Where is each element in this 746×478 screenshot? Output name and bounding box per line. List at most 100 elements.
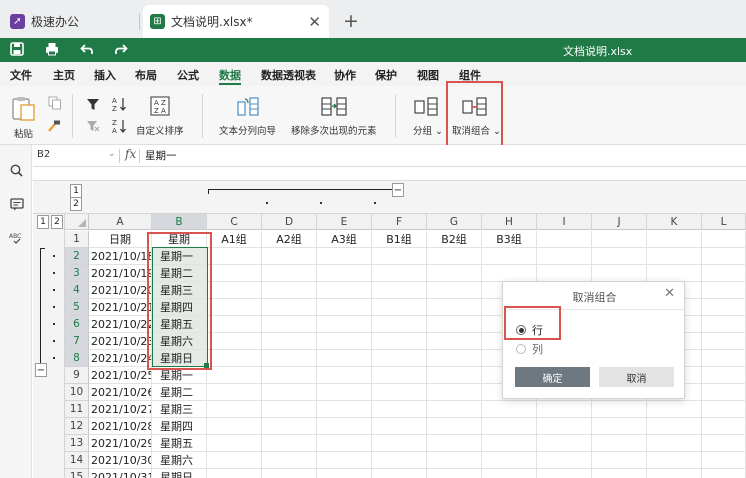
custom-sort-icon[interactable]: A Z Z A <box>150 96 170 116</box>
cancel-button[interactable]: 取消 <box>599 367 674 387</box>
table-cell[interactable] <box>537 401 592 418</box>
table-cell[interactable] <box>427 316 482 333</box>
radio-column-option[interactable]: 列 <box>516 341 543 357</box>
table-cell[interactable] <box>207 282 262 299</box>
table-cell[interactable] <box>592 418 647 435</box>
table-cell[interactable]: 星期五 <box>152 435 207 452</box>
table-cell[interactable] <box>372 350 427 367</box>
table-cell[interactable] <box>702 435 746 452</box>
table-cell[interactable] <box>207 401 262 418</box>
table-cell[interactable] <box>262 367 317 384</box>
header-cell[interactable]: A1组 <box>207 231 262 248</box>
table-cell[interactable] <box>427 418 482 435</box>
table-cell[interactable] <box>207 350 262 367</box>
table-cell[interactable] <box>537 452 592 469</box>
table-cell[interactable] <box>427 248 482 265</box>
table-cell[interactable]: 2021/10/25 <box>89 367 152 384</box>
table-cell[interactable] <box>207 299 262 316</box>
paste-icon[interactable] <box>11 96 37 122</box>
table-cell[interactable] <box>262 435 317 452</box>
table-cell[interactable] <box>592 248 647 265</box>
menu-collaborate[interactable]: 协作 <box>334 67 356 83</box>
table-cell[interactable]: 星期三 <box>152 401 207 418</box>
table-cell[interactable] <box>427 469 482 478</box>
table-cell[interactable] <box>702 299 746 316</box>
table-cell[interactable] <box>207 469 262 478</box>
table-cell[interactable] <box>262 248 317 265</box>
add-tab-icon[interactable]: + <box>343 10 359 32</box>
table-cell[interactable] <box>372 435 427 452</box>
row-level-2-button[interactable]: 2 <box>51 215 63 229</box>
table-cell[interactable] <box>427 401 482 418</box>
table-cell[interactable] <box>207 384 262 401</box>
custom-sort-label[interactable]: 自定义排序 <box>136 123 184 137</box>
table-cell[interactable] <box>427 333 482 350</box>
row-header[interactable]: 3 <box>65 265 89 282</box>
table-cell[interactable] <box>207 248 262 265</box>
formula-input[interactable]: 星期一 <box>145 148 177 163</box>
table-cell[interactable] <box>647 418 702 435</box>
menu-file[interactable]: 文件 <box>10 67 32 83</box>
table-cell[interactable]: 星期二 <box>152 384 207 401</box>
row-header[interactable]: 2 <box>65 248 89 265</box>
table-cell[interactable]: 2021/10/27 <box>89 401 152 418</box>
print-icon[interactable] <box>45 42 59 56</box>
menu-insert[interactable]: 插入 <box>94 67 116 83</box>
table-cell[interactable] <box>482 248 537 265</box>
table-cell[interactable] <box>317 418 372 435</box>
column-header[interactable]: D <box>262 214 317 230</box>
table-cell[interactable] <box>427 299 482 316</box>
table-cell[interactable] <box>317 435 372 452</box>
table-cell[interactable] <box>482 401 537 418</box>
table-cell[interactable] <box>262 333 317 350</box>
column-header[interactable]: H <box>482 214 537 230</box>
column-header[interactable]: L <box>702 214 746 230</box>
menu-home[interactable]: 主页 <box>53 67 75 83</box>
table-cell[interactable] <box>702 333 746 350</box>
tab-document[interactable]: ⊞ 文档说明.xlsx* ✕ <box>143 5 329 38</box>
table-cell[interactable]: 2021/10/31 <box>89 469 152 478</box>
row-header[interactable]: 6 <box>65 316 89 333</box>
table-cell[interactable] <box>537 435 592 452</box>
row-header[interactable]: 7 <box>65 333 89 350</box>
menu-data[interactable]: 数据 <box>219 67 241 83</box>
table-cell[interactable] <box>702 384 746 401</box>
table-cell[interactable] <box>592 265 647 282</box>
header-cell[interactable]: A2组 <box>262 231 317 248</box>
table-cell[interactable] <box>372 401 427 418</box>
table-cell[interactable] <box>207 367 262 384</box>
table-cell[interactable] <box>372 452 427 469</box>
table-cell[interactable] <box>317 316 372 333</box>
table-cell[interactable] <box>592 401 647 418</box>
column-level-2-button[interactable]: 2 <box>70 197 82 211</box>
table-cell[interactable] <box>262 282 317 299</box>
table-cell[interactable] <box>702 248 746 265</box>
row-level-1-button[interactable]: 1 <box>37 215 49 229</box>
column-header[interactable]: I <box>537 214 592 230</box>
tab-home[interactable]: ➚ 极速办公 <box>10 6 79 36</box>
row-header[interactable]: 5 <box>65 299 89 316</box>
chevron-down-icon[interactable]: ⌄ <box>108 149 116 159</box>
search-icon[interactable] <box>10 164 23 177</box>
cell-reference[interactable]: B2 <box>37 149 50 160</box>
table-cell[interactable] <box>262 350 317 367</box>
table-cell[interactable] <box>702 452 746 469</box>
table-cell[interactable] <box>317 384 372 401</box>
sort-descending-icon[interactable]: Z A <box>112 118 127 134</box>
table-cell[interactable] <box>317 367 372 384</box>
table-cell[interactable]: 2021/10/19 <box>89 265 152 282</box>
header-cell[interactable] <box>537 231 592 248</box>
table-cell[interactable] <box>262 418 317 435</box>
table-cell[interactable] <box>262 265 317 282</box>
text-to-columns-label[interactable]: 文本分列向导 <box>219 123 276 137</box>
close-icon[interactable]: ✕ <box>308 13 321 31</box>
remove-duplicates-label[interactable]: 移除多次出现的元素 <box>291 123 377 137</box>
table-cell[interactable] <box>317 299 372 316</box>
table-cell[interactable] <box>207 418 262 435</box>
table-cell[interactable] <box>317 282 372 299</box>
table-cell[interactable] <box>317 333 372 350</box>
column-header[interactable]: E <box>317 214 372 230</box>
table-cell[interactable] <box>372 282 427 299</box>
table-cell[interactable] <box>427 452 482 469</box>
comment-icon[interactable] <box>10 198 24 211</box>
